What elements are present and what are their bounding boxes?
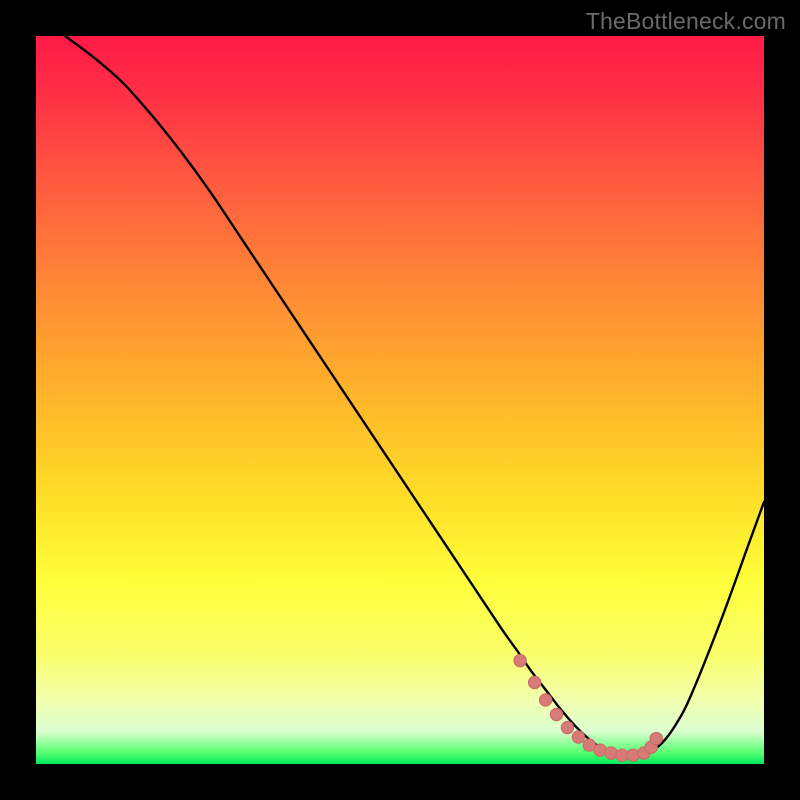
highlight-dot [550, 708, 562, 720]
highlight-dot [539, 694, 551, 706]
highlight-dot [561, 721, 573, 733]
watermark-text: TheBottleneck.com [586, 8, 786, 35]
highlight-dot [605, 747, 617, 759]
highlight-dot [627, 749, 639, 761]
highlight-dot [528, 676, 540, 688]
chart-frame: TheBottleneck.com [0, 0, 800, 800]
plot-area [36, 36, 764, 764]
highlight-dot [572, 731, 584, 743]
highlight-dot [650, 732, 662, 744]
bottleneck-chart [36, 36, 764, 764]
highlight-dot [514, 654, 526, 666]
gradient-background [36, 36, 764, 764]
highlight-dot [594, 744, 606, 756]
